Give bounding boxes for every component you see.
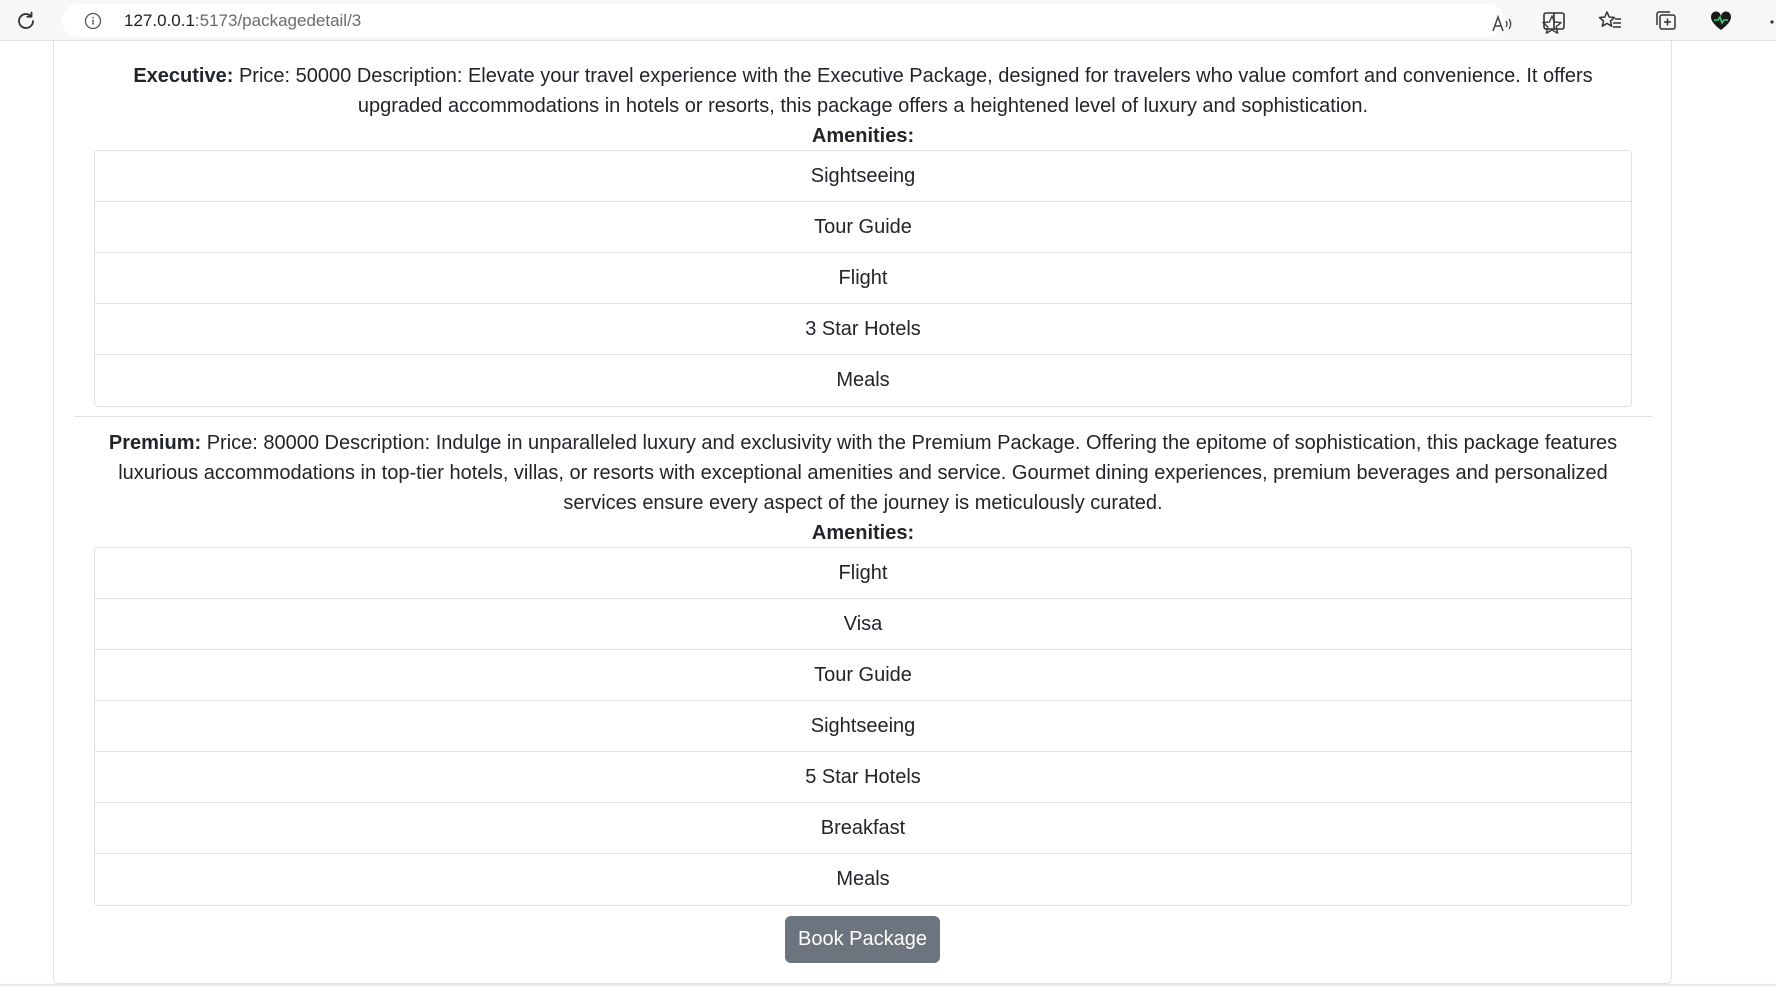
list-item: Meals bbox=[836, 868, 890, 890]
more-menu-icon[interactable] bbox=[1762, 8, 1776, 34]
info-icon[interactable] bbox=[84, 12, 102, 30]
list-item: Tour Guide bbox=[95, 202, 1631, 253]
split-screen-icon[interactable] bbox=[1541, 8, 1567, 34]
package-summary: Price: 80000 Description: Indulge in unp… bbox=[118, 432, 1618, 514]
book-package-button[interactable]: Book Package bbox=[785, 916, 940, 963]
list-item: Visa bbox=[95, 599, 1631, 650]
premium-amenities-title: Amenities: bbox=[811, 522, 915, 544]
url-path: :5173/packagedetail/3 bbox=[194, 11, 362, 30]
executive-amenities-list: Sightseeing Tour Guide Flight 3 Star Hot… bbox=[94, 150, 1632, 407]
browser-toolbar: 127.0.0.1:5173/packagedetail/3 bbox=[0, 0, 1776, 41]
address-bar[interactable]: 127.0.0.1:5173/packagedetail/3 bbox=[62, 4, 1562, 37]
browser-essentials-icon[interactable] bbox=[1708, 8, 1734, 34]
url-text[interactable]: 127.0.0.1:5173/packagedetail/3 bbox=[124, 12, 361, 30]
url-host: 127.0.0.1 bbox=[124, 11, 195, 30]
premium-package-description: Premium: Price: 80000 Description: Indul… bbox=[90, 428, 1636, 518]
list-item: Flight bbox=[95, 253, 1631, 304]
package-divider bbox=[74, 416, 1652, 417]
list-item: Sightseeing bbox=[95, 151, 1631, 202]
favorites-icon[interactable] bbox=[1597, 8, 1623, 34]
list-item: Meals bbox=[836, 369, 890, 391]
list-item: Sightseeing bbox=[95, 701, 1631, 752]
collections-icon[interactable] bbox=[1653, 8, 1679, 34]
list-item: 3 Star Hotels bbox=[95, 304, 1631, 355]
reload-icon[interactable] bbox=[14, 9, 38, 33]
read-aloud-icon[interactable] bbox=[1490, 13, 1514, 35]
list-item: Flight bbox=[95, 548, 1631, 599]
package-name: Premium: bbox=[108, 432, 202, 454]
package-summary: Price: 50000 Description: Elevate your t… bbox=[233, 65, 1593, 117]
package-name: Executive: bbox=[133, 65, 234, 87]
list-item: Tour Guide bbox=[95, 650, 1631, 701]
executive-amenities-title: Amenities: bbox=[811, 125, 915, 147]
list-item: Breakfast bbox=[95, 803, 1631, 854]
premium-amenities-list: Flight Visa Tour Guide Sightseeing 5 Sta… bbox=[94, 547, 1632, 906]
executive-package-description: Executive: Price: 50000 Description: Ele… bbox=[90, 61, 1636, 121]
list-item: 5 Star Hotels bbox=[95, 752, 1631, 803]
